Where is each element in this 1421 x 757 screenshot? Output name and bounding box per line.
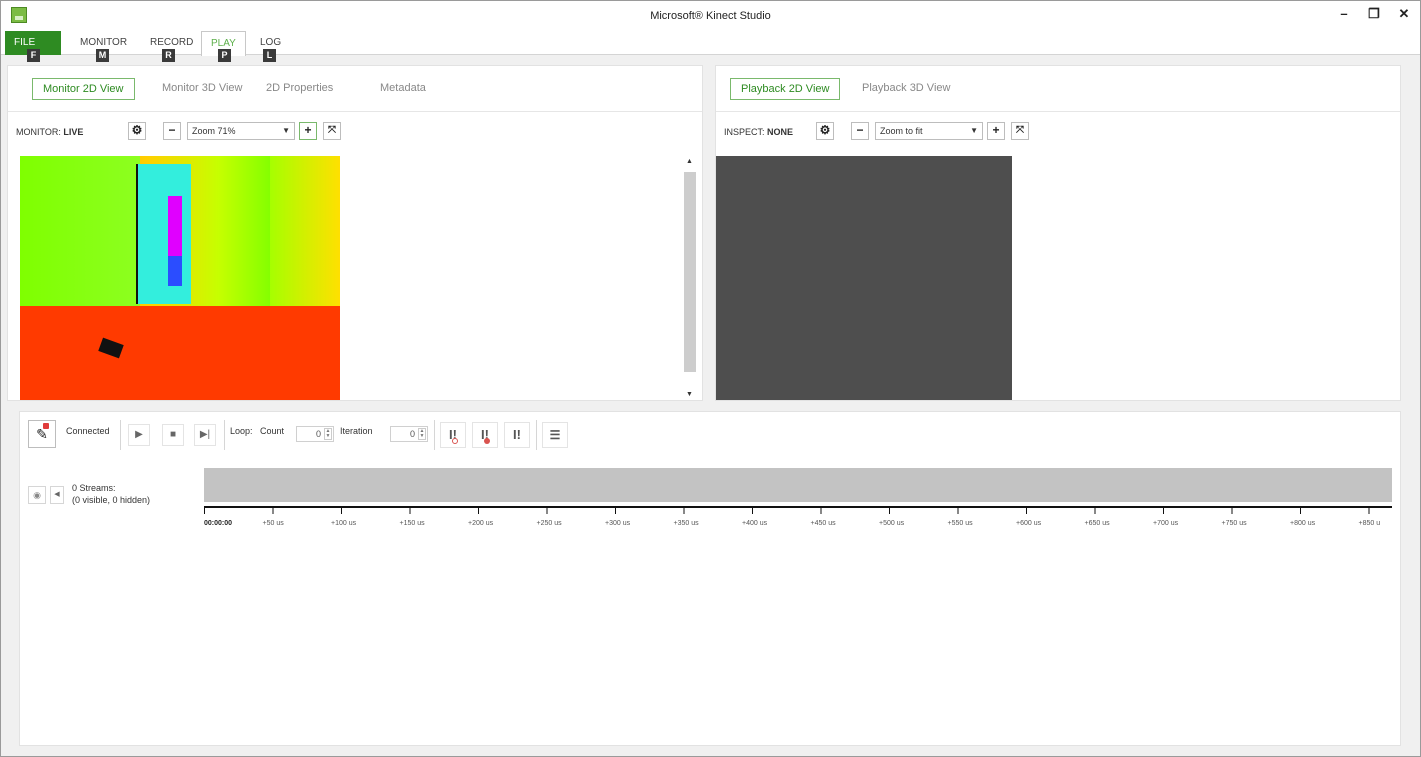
iteration-label: Iteration — [340, 426, 373, 436]
timeline-tick-label: +100 us — [331, 520, 357, 527]
tab-metadata[interactable]: Metadata — [370, 78, 436, 100]
step-forward-icon[interactable]: ▶| — [194, 424, 216, 446]
close-button[interactable]: ✕ — [1398, 6, 1410, 22]
app-window: Microsoft® Kinect Studio – ❐ ✕ FILE MONI… — [0, 0, 1421, 757]
plug-icon[interactable]: ✎ — [28, 420, 56, 448]
streams-visibility: (0 visible, 0 hidden) — [72, 495, 151, 505]
playback-zoom-value: Zoom to fit — [880, 126, 923, 136]
plus-icon[interactable]: + — [987, 122, 1005, 140]
monitor-toolbar: MONITOR: LIVE ⚙ − Zoom 71% ▼ + ⤧ — [8, 120, 702, 144]
plus-icon[interactable]: + — [299, 122, 317, 140]
monitor-tab-row: Monitor 2D View Monitor 3D View 2D Prope… — [8, 66, 702, 112]
monitor-status-label: MONITOR: LIVE — [16, 127, 83, 137]
menu-bar: FILE MONITOR RECORD PLAY LOG — [1, 31, 1420, 56]
timeline-tick-label: +200 us — [468, 520, 494, 527]
tab-monitor-3d[interactable]: Monitor 3D View — [152, 78, 253, 100]
monitor-vertical-scrollbar[interactable]: ▲ ▼ — [684, 156, 696, 400]
timeline-tick-label: +800 us — [1290, 520, 1316, 527]
timeline-tick-label: +450 us — [810, 520, 836, 527]
count-stepper[interactable]: 0 ▲ ▼ — [296, 426, 334, 442]
minus-icon[interactable]: − — [163, 122, 181, 140]
scroll-thumb[interactable] — [684, 172, 696, 372]
chevron-down-icon: ▼ — [970, 126, 978, 135]
timeline-ticks — [204, 508, 1392, 514]
window-title: Microsoft® Kinect Studio — [650, 10, 771, 22]
playback-zoom-select[interactable]: Zoom to fit ▼ — [875, 122, 983, 140]
timeline-tick-label: +50 us — [262, 520, 284, 527]
depth-frame-image — [20, 156, 340, 400]
timeline-tick-label: +650 us — [1084, 520, 1110, 527]
monitor-panel: Monitor 2D View Monitor 3D View 2D Prope… — [7, 65, 703, 401]
tab-playback-2d[interactable]: Playback 2D View — [730, 78, 841, 100]
iteration-stepper[interactable]: 0 ▲ ▼ — [390, 426, 428, 442]
scroll-down-icon[interactable]: ▼ — [686, 391, 693, 398]
stepper-arrows-icon[interactable]: ▲ ▼ — [324, 428, 332, 440]
keytip-play: P — [218, 49, 231, 62]
timeline-tick-label: +600 us — [1016, 520, 1042, 527]
monitor-status: LIVE — [63, 127, 84, 137]
playback-frame-view — [716, 156, 1012, 400]
restore-button[interactable]: ❐ — [1368, 6, 1380, 22]
inspect-label: INSPECT: — [724, 127, 765, 137]
list-icon[interactable]: ☰ — [542, 422, 568, 448]
window-controls: – ❐ ✕ — [1338, 6, 1410, 22]
timeline-tick-label: +300 us — [605, 520, 631, 527]
count-value: 0 — [315, 429, 321, 439]
streams-text: 0 Streams: (0 visible, 0 hidden) — [72, 482, 192, 506]
playback-toolbar: INSPECT: NONE ⚙ − Zoom to fit ▼ + ⤧ — [716, 120, 1400, 144]
loop-label: Loop: — [230, 426, 253, 436]
marker-remove-icon[interactable]: I! — [504, 422, 530, 448]
gear-icon[interactable]: ⚙ — [816, 122, 834, 140]
timeline-track[interactable] — [204, 468, 1392, 502]
fit-screen-icon[interactable]: ⤧ — [1011, 122, 1029, 140]
chevron-down-icon: ▼ — [282, 126, 290, 135]
marker-add-icon[interactable]: I! — [440, 422, 466, 448]
streams-count: 0 Streams: — [72, 483, 116, 493]
timeline-tick-label: +850 u — [1358, 520, 1381, 527]
timeline-panel: ✎ Connected ▶ ■ ▶| Loop: Count 0 ▲ ▼ Iter… — [19, 411, 1401, 746]
inspect-status: NONE — [767, 127, 794, 137]
monitor-zoom-value: Zoom 71% — [192, 126, 236, 136]
timeline-tick-label: +350 us — [673, 520, 699, 527]
scroll-up-icon[interactable]: ▲ — [686, 158, 693, 165]
playback-controls: ✎ Connected ▶ ■ ▶| Loop: Count 0 ▲ ▼ Iter… — [20, 412, 1400, 458]
inspect-status-label: INSPECT: NONE — [724, 127, 793, 137]
timeline-tick-label: +550 us — [947, 520, 973, 527]
monitor-zoom-select[interactable]: Zoom 71% ▼ — [187, 122, 295, 140]
iteration-value: 0 — [409, 429, 415, 439]
minimize-button[interactable]: – — [1338, 6, 1350, 22]
tab-monitor-2d[interactable]: Monitor 2D View — [32, 78, 135, 100]
playback-panel: Playback 2D View Playback 3D View INSPEC… — [715, 65, 1401, 401]
timeline-tick-label: +150 us — [399, 520, 425, 527]
eye-icon[interactable]: ◉ — [28, 486, 46, 504]
keytip-log: L — [263, 49, 276, 62]
timeline-tick-label: 00:00:00 — [204, 520, 233, 527]
playback-tab-row: Playback 2D View Playback 3D View — [716, 66, 1400, 112]
minus-icon[interactable]: − — [851, 122, 869, 140]
count-label: Count — [260, 426, 285, 436]
timeline-tick-label: +750 us — [1221, 520, 1247, 527]
tab-2d-properties[interactable]: 2D Properties — [256, 78, 343, 100]
play-icon[interactable]: ▶ — [128, 424, 150, 446]
fit-screen-icon[interactable]: ⤧ — [323, 122, 341, 140]
gear-icon[interactable]: ⚙ — [128, 122, 146, 140]
keytip-file: F — [27, 49, 40, 62]
timeline-tick-label: +500 us — [879, 520, 905, 527]
collapse-arrow-icon[interactable]: ◀ — [50, 486, 64, 504]
marker-record-icon[interactable]: I! — [472, 422, 498, 448]
keytip-record: R — [162, 49, 175, 62]
connection-status: Connected — [66, 426, 110, 436]
title-bar: Microsoft® Kinect Studio – ❐ ✕ — [1, 1, 1420, 31]
monitor-label: MONITOR: — [16, 127, 61, 137]
stop-icon[interactable]: ■ — [162, 424, 184, 446]
timeline-tick-label: +700 us — [1153, 520, 1179, 527]
tab-playback-3d[interactable]: Playback 3D View — [852, 78, 960, 100]
timeline-tick-label: +400 us — [742, 520, 768, 527]
keytip-monitor: M — [96, 49, 109, 62]
stepper-arrows-icon[interactable]: ▲ ▼ — [418, 428, 426, 440]
timeline-tick-label: +250 us — [536, 520, 562, 527]
